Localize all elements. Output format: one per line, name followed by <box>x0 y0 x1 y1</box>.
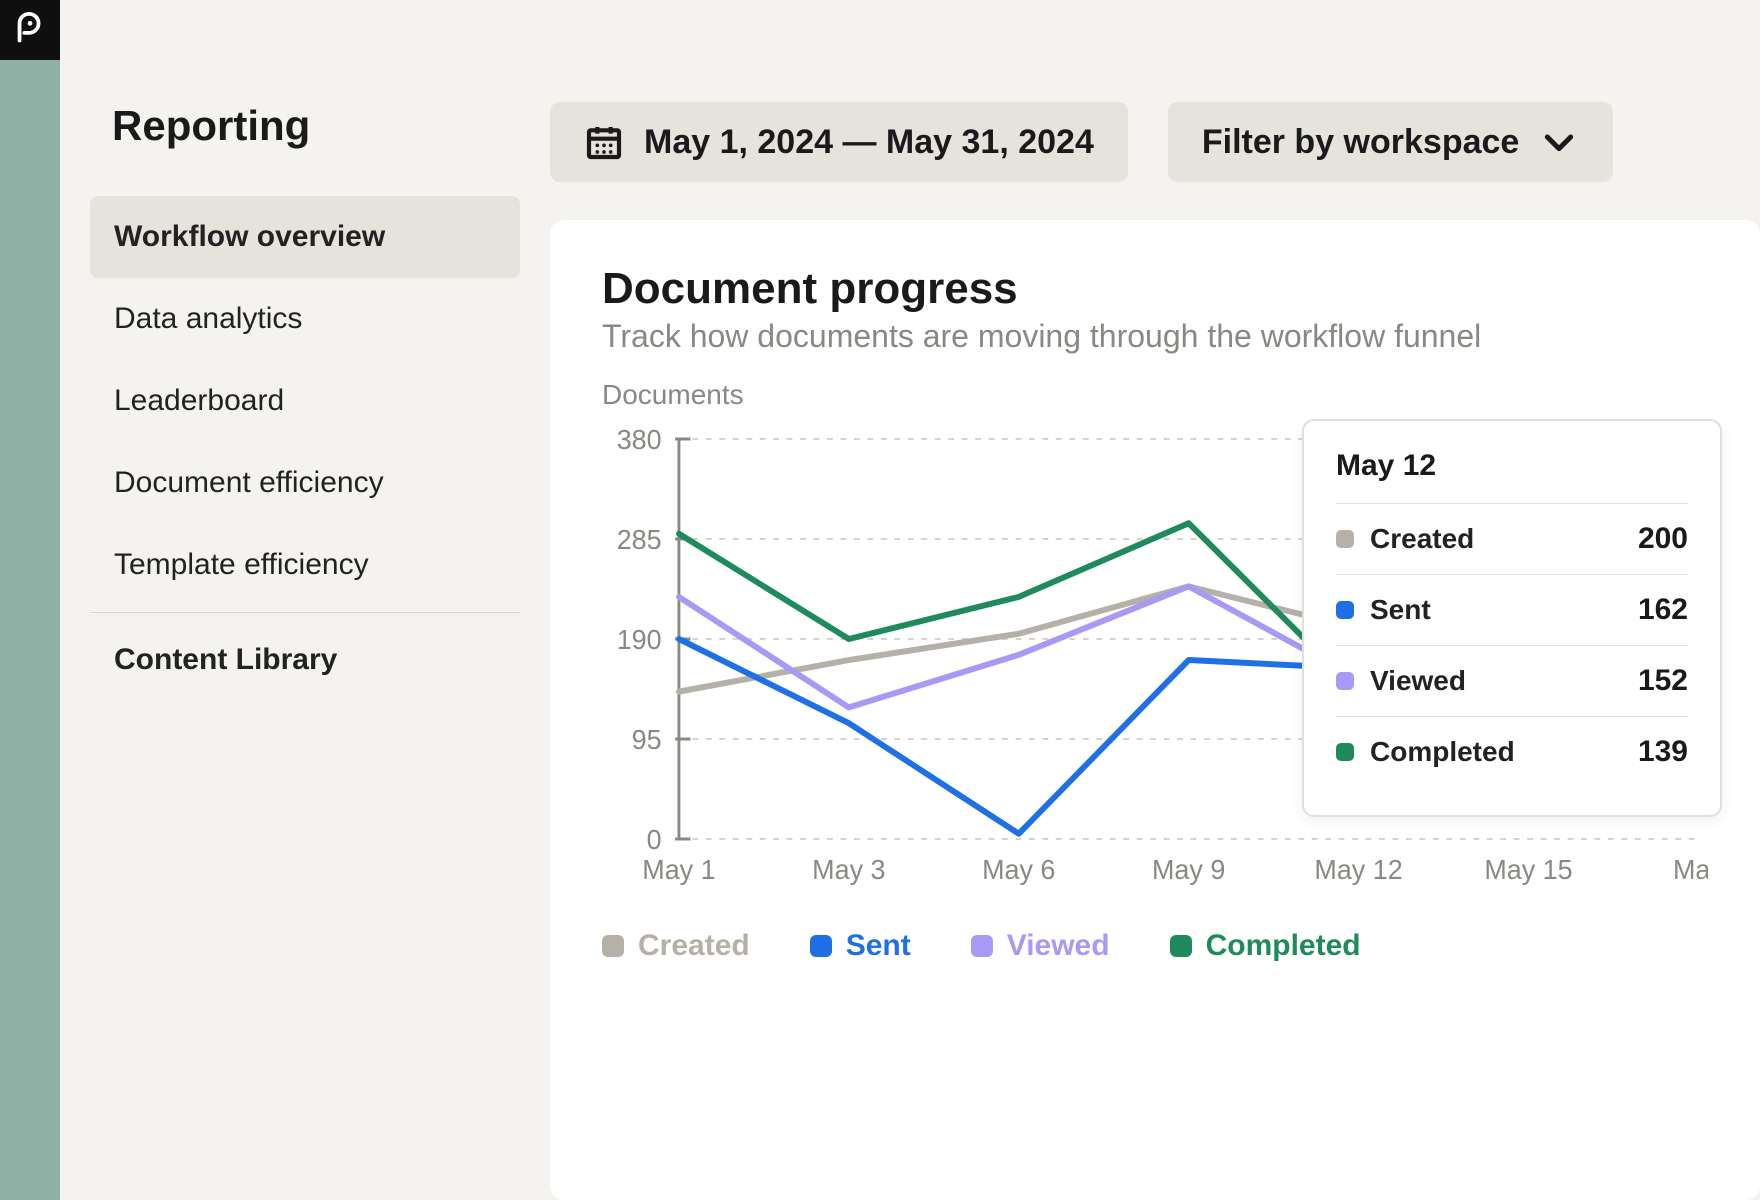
card-title: Document progress <box>602 264 1708 314</box>
workspace-filter-label: Filter by workspace <box>1202 123 1519 162</box>
chart-tooltip: May 12 Created 200 Sent 162 Viewed 152 Complet… <box>1302 419 1722 817</box>
toolbar: May 1, 2024 — May 31, 2024 Filter by wor… <box>550 102 1760 182</box>
legend-label: Completed <box>1206 929 1361 963</box>
tooltip-row: Created 200 <box>1336 503 1688 574</box>
legend-label: Viewed <box>1007 929 1110 963</box>
card-subtitle: Track how documents are moving through t… <box>602 318 1708 355</box>
tooltip-value: 152 <box>1638 664 1688 698</box>
y-axis-label: Documents <box>602 379 1708 411</box>
date-range-picker[interactable]: May 1, 2024 — May 31, 2024 <box>550 102 1128 182</box>
svg-text:May 3: May 3 <box>812 854 885 886</box>
legend-label: Sent <box>846 929 911 963</box>
main-panel: May 1, 2024 — May 31, 2024 Filter by wor… <box>550 60 1760 1200</box>
svg-text:285: 285 <box>617 524 662 556</box>
svg-text:380: 380 <box>617 429 662 455</box>
tooltip-date: May 12 <box>1336 449 1688 483</box>
svg-text:May 1: May 1 <box>642 854 715 886</box>
tooltip-value: 200 <box>1638 522 1688 556</box>
tooltip-value: 139 <box>1638 735 1688 769</box>
legend-item[interactable]: Sent <box>810 929 911 963</box>
tooltip-row: Viewed 152 <box>1336 645 1688 716</box>
tooltip-label: Created <box>1370 523 1474 555</box>
legend-dot <box>602 935 624 957</box>
nav-item-leaderboard[interactable]: Leaderboard <box>90 360 520 442</box>
svg-text:May 6: May 6 <box>982 854 1055 886</box>
tooltip-label: Sent <box>1370 594 1431 626</box>
svg-text:95: 95 <box>632 724 662 756</box>
nav-item-document-efficiency[interactable]: Document efficiency <box>90 442 520 524</box>
svg-text:May 15: May 15 <box>1484 854 1572 886</box>
nav-item-template-efficiency[interactable]: Template efficiency <box>90 524 520 606</box>
brand-logo <box>0 0 60 60</box>
legend-dot <box>1170 935 1192 957</box>
tooltip-dot <box>1336 530 1354 548</box>
nav-item-content-library[interactable]: Content Library <box>90 619 520 701</box>
legend-item[interactable]: Created <box>602 929 750 963</box>
svg-text:190: 190 <box>617 624 662 656</box>
legend-dot <box>971 935 993 957</box>
workspace-filter[interactable]: Filter by workspace <box>1168 102 1613 182</box>
svg-text:May 12: May 12 <box>1314 854 1402 886</box>
legend-item[interactable]: Completed <box>1170 929 1361 963</box>
nav-item-data-analytics[interactable]: Data analytics <box>90 278 520 360</box>
svg-text:0: 0 <box>647 824 662 856</box>
legend-item[interactable]: Viewed <box>971 929 1110 963</box>
tooltip-value: 162 <box>1638 593 1688 627</box>
svg-text:May: May <box>1673 854 1708 886</box>
legend-dot <box>810 935 832 957</box>
content-area: Reporting Workflow overview Data analyti… <box>60 0 1760 1200</box>
pandadoc-logo-icon <box>11 11 49 49</box>
chart-legend: Created Sent Viewed Completed <box>602 929 1708 963</box>
window-chrome-side <box>0 0 60 1200</box>
tooltip-dot <box>1336 672 1354 690</box>
tooltip-row: Sent 162 <box>1336 574 1688 645</box>
tooltip-row: Completed 139 <box>1336 716 1688 787</box>
chevron-down-icon <box>1539 122 1579 162</box>
sidebar: Reporting Workflow overview Data analyti… <box>60 60 550 1200</box>
date-range-label: May 1, 2024 — May 31, 2024 <box>644 123 1094 162</box>
tooltip-label: Viewed <box>1370 665 1466 697</box>
tooltip-dot <box>1336 743 1354 761</box>
tooltip-dot <box>1336 601 1354 619</box>
svg-text:May 9: May 9 <box>1152 854 1225 886</box>
nav-item-workflow-overview[interactable]: Workflow overview <box>90 196 520 278</box>
nav-divider <box>90 612 520 613</box>
calendar-icon <box>584 122 624 162</box>
legend-label: Created <box>638 929 750 963</box>
chart: 0 95 190 285 380 May 1 May 3 May 6 May 9 May 12 Ma… <box>602 429 1708 889</box>
document-progress-card: Document progress Track how documents ar… <box>550 220 1760 1200</box>
page-title: Reporting <box>90 102 520 150</box>
tooltip-label: Completed <box>1370 736 1515 768</box>
